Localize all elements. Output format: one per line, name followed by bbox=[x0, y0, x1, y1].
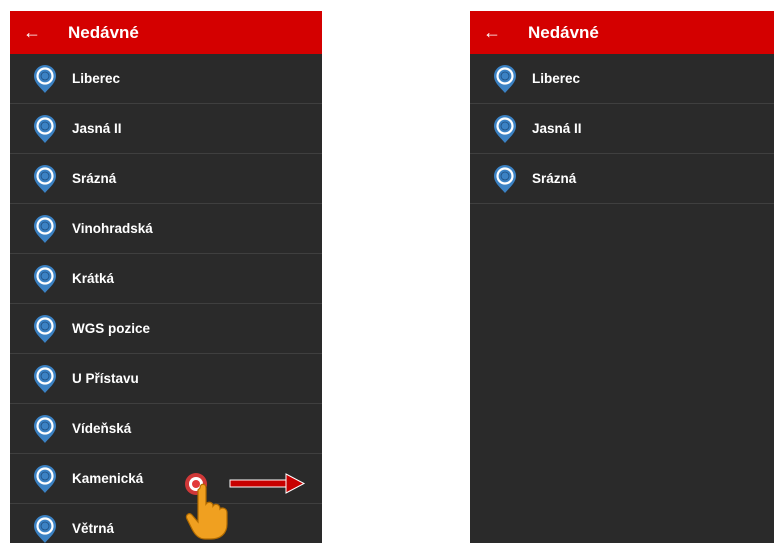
list-item-label: Vinohradská bbox=[72, 221, 153, 236]
list-item[interactable]: Jasná II bbox=[10, 104, 322, 154]
recent-places-list: Liberec Jasná II Srázná bbox=[470, 54, 774, 204]
list-item-label: Liberec bbox=[532, 71, 581, 86]
list-item[interactable]: Vídeňská bbox=[10, 404, 322, 454]
list-item-label: Srázná bbox=[72, 171, 117, 186]
list-item[interactable]: Jasná II bbox=[470, 104, 774, 154]
list-item[interactable]: Vinohradská bbox=[10, 204, 322, 254]
list-item[interactable]: Liberec bbox=[10, 54, 322, 104]
list-item-label: WGS pozice bbox=[72, 321, 151, 336]
list-item-label: Jasná II bbox=[72, 121, 122, 136]
back-arrow-icon[interactable]: ← bbox=[10, 11, 54, 54]
location-pin-icon bbox=[34, 164, 56, 193]
location-pin-icon bbox=[34, 114, 56, 143]
list-item-label: Liberec bbox=[72, 71, 121, 86]
list-item[interactable]: Liberec bbox=[470, 54, 774, 104]
location-pin-icon bbox=[34, 64, 56, 93]
list-item-label: Srázná bbox=[532, 171, 577, 186]
list-item[interactable]: WGS pozice bbox=[10, 304, 322, 354]
app-bar: ← Nedávné bbox=[10, 11, 322, 54]
list-item[interactable]: Srázná bbox=[470, 154, 774, 204]
list-item-label: Krátká bbox=[72, 271, 115, 286]
location-pin-icon bbox=[34, 514, 56, 543]
location-pin-icon bbox=[34, 264, 56, 293]
back-arrow-icon[interactable]: ← bbox=[470, 11, 514, 54]
page-title: Nedávné bbox=[528, 22, 599, 42]
location-pin-icon bbox=[494, 114, 516, 143]
location-pin-icon bbox=[34, 314, 56, 343]
location-pin-icon bbox=[34, 364, 56, 393]
location-pin-icon bbox=[34, 464, 56, 493]
location-pin-icon bbox=[34, 214, 56, 243]
app-bar: ← Nedávné bbox=[470, 11, 774, 54]
tutorial-stage: ← Nedávné Liberec Jasná II Srázná Vinohrads… bbox=[0, 0, 774, 543]
list-item-label: Kamenická bbox=[72, 471, 144, 486]
list-item[interactable]: Srázná bbox=[10, 154, 322, 204]
list-item[interactable]: Větrná bbox=[10, 504, 322, 543]
page-title: Nedávné bbox=[68, 22, 139, 42]
list-item-label: Větrná bbox=[72, 521, 115, 536]
right-phone-screen: ← Nedávné Liberec Jasná II Srázná bbox=[470, 11, 774, 543]
list-item[interactable]: Krátká bbox=[10, 254, 322, 304]
list-item-label: Jasná II bbox=[532, 121, 582, 136]
location-pin-icon bbox=[494, 64, 516, 93]
list-item[interactable]: U Přístavu bbox=[10, 354, 322, 404]
location-pin-icon bbox=[494, 164, 516, 193]
list-item-label: U Přístavu bbox=[72, 371, 139, 386]
location-pin-icon bbox=[34, 414, 56, 443]
list-item-label: Vídeňská bbox=[72, 421, 132, 436]
recent-places-list: Liberec Jasná II Srázná Vinohradská Krátká WG… bbox=[10, 54, 322, 543]
list-item[interactable]: Kamenická bbox=[10, 454, 322, 504]
left-phone-screen: ← Nedávné Liberec Jasná II Srázná Vinohrads… bbox=[10, 11, 322, 543]
